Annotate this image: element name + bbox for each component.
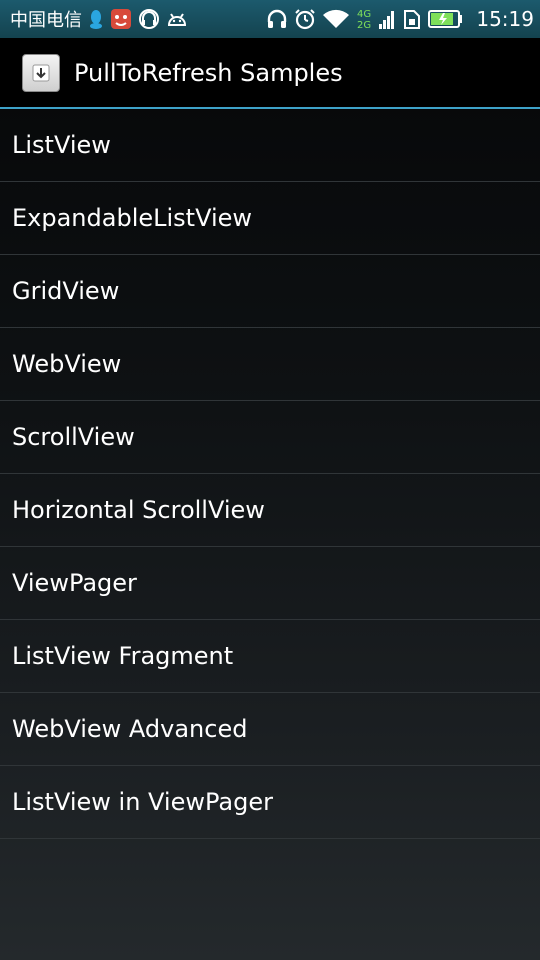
- list-item-label: ScrollView: [12, 423, 135, 451]
- list-item-gridview[interactable]: GridView: [0, 255, 540, 328]
- download-app-icon[interactable]: [22, 53, 60, 92]
- list-item-label: ListView in ViewPager: [12, 788, 273, 816]
- status-right-group: 4G 2G 15:19: [266, 7, 534, 31]
- network-top-label: 4G: [357, 9, 371, 20]
- list-item-scrollview[interactable]: ScrollView: [0, 401, 540, 474]
- network-type-icon: 4G 2G: [356, 7, 372, 31]
- list-item-label: GridView: [12, 277, 120, 305]
- carrier-name: 中国电信: [10, 10, 82, 31]
- headphones-icon: [266, 7, 288, 31]
- status-left-group: 中国电信: [10, 6, 188, 32]
- list-item-viewpager[interactable]: ViewPager: [0, 547, 540, 620]
- list-item-webview-advanced[interactable]: WebView Advanced: [0, 693, 540, 766]
- samples-list: ListView ExpandableListView GridView Web…: [0, 109, 540, 839]
- notification-app-icon: [110, 7, 132, 31]
- list-item-label: ViewPager: [12, 569, 137, 597]
- battery-charging-icon: [428, 7, 464, 31]
- alarm-icon: [294, 7, 316, 31]
- list-item-label: WebView Advanced: [12, 715, 248, 743]
- list-item-horizontal-scrollview[interactable]: Horizontal ScrollView: [0, 474, 540, 547]
- list-item-label: ExpandableListView: [12, 204, 253, 232]
- list-item-label: ListView: [12, 131, 111, 159]
- network-bottom-label: 2G: [357, 20, 371, 31]
- list-item-label: WebView: [12, 350, 122, 378]
- list-item-listview[interactable]: ListView: [0, 109, 540, 182]
- list-item-webview[interactable]: WebView: [0, 328, 540, 401]
- list-item-label: Horizontal ScrollView: [12, 496, 265, 524]
- list-item-listview-fragment[interactable]: ListView Fragment: [0, 620, 540, 693]
- status-bar: 中国电信 4G 2G 15:19: [0, 0, 540, 38]
- sim-icon: [402, 7, 422, 31]
- list-item-listview-in-viewpager[interactable]: ListView in ViewPager: [0, 766, 540, 839]
- status-time: 15:19: [476, 7, 534, 31]
- app-title: PullToRefresh Samples: [74, 58, 343, 87]
- qq-icon: [88, 7, 104, 31]
- cellular-signal-icon: [378, 7, 396, 31]
- android-icon: [166, 7, 188, 31]
- headset-app-icon: [138, 7, 160, 31]
- wifi-icon: [322, 7, 350, 31]
- list-item-expandable-listview[interactable]: ExpandableListView: [0, 182, 540, 255]
- list-item-label: ListView Fragment: [12, 642, 234, 670]
- action-bar: PullToRefresh Samples: [0, 38, 540, 107]
